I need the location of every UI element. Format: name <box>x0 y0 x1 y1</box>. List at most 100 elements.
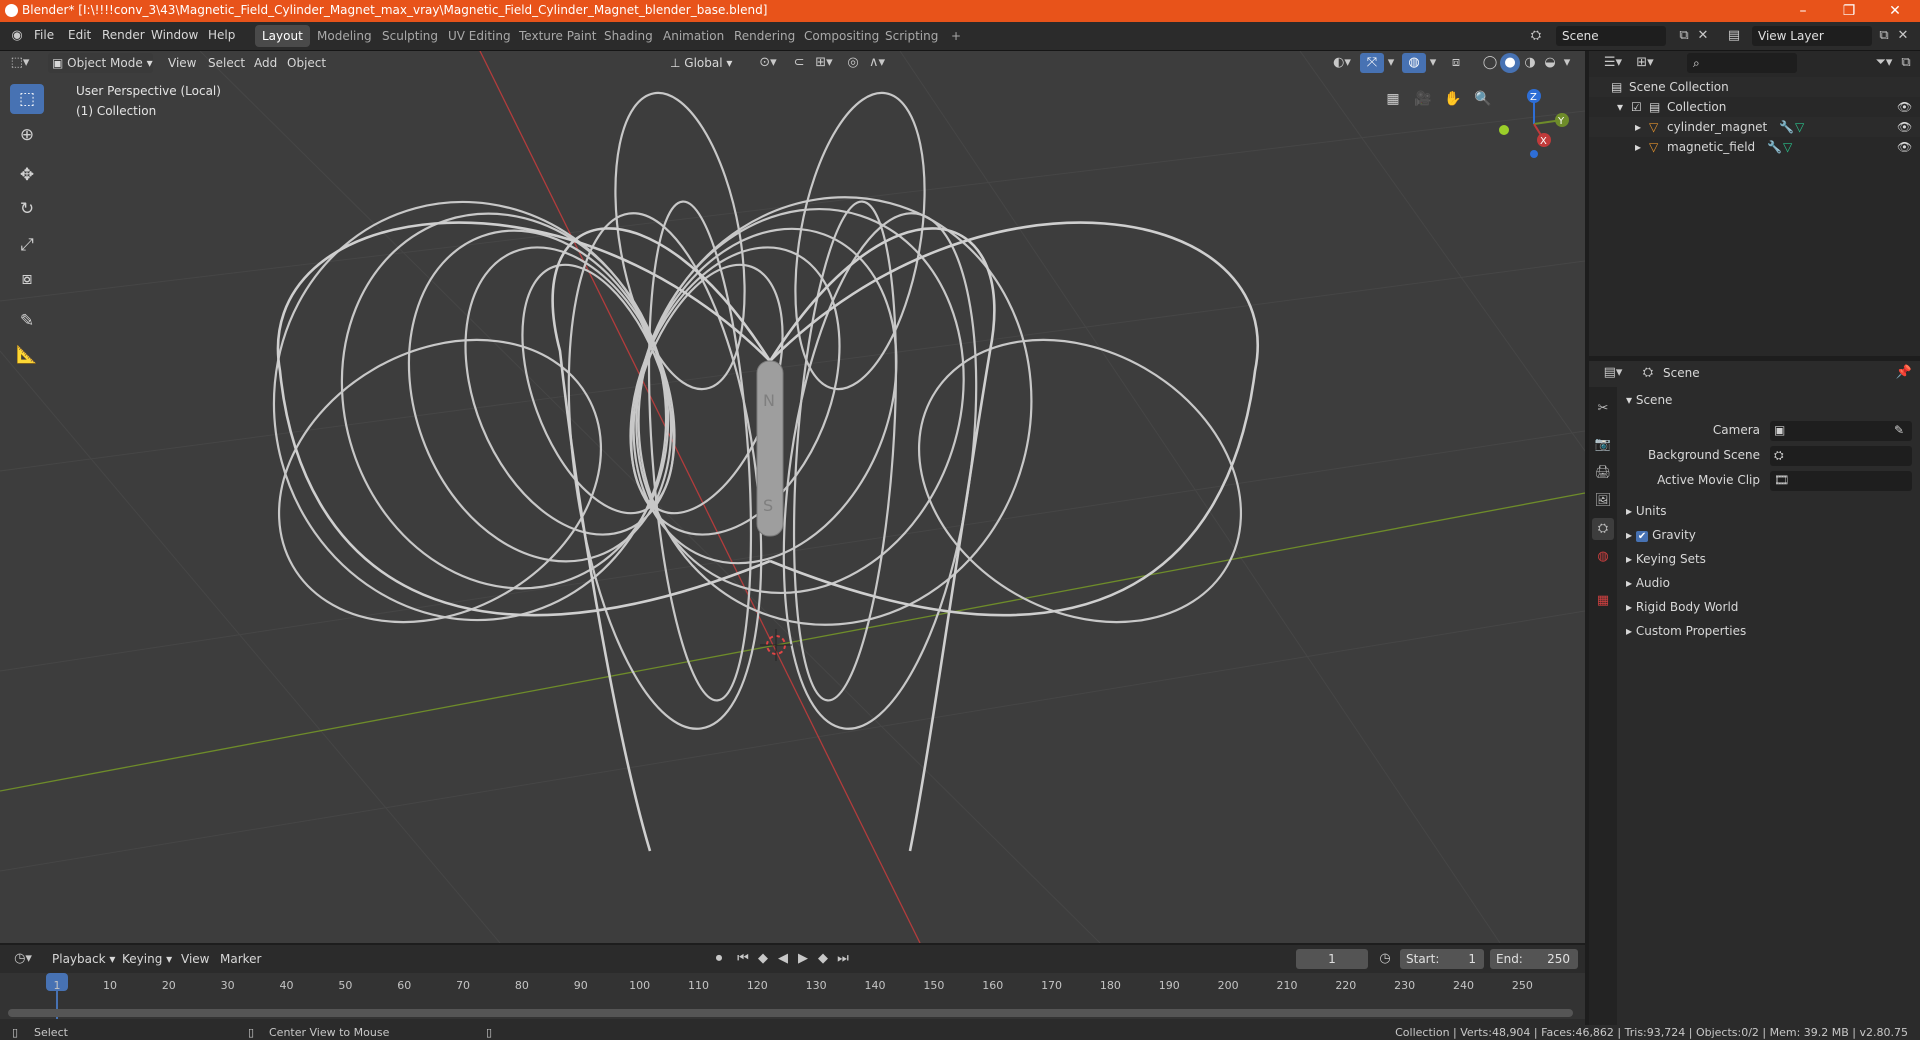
outliner-row-scene-collection[interactable]: ▤ Scene Collection <box>1589 77 1920 97</box>
delete-view-layer-icon[interactable]: ✕ <box>1896 26 1910 46</box>
tab-uv-editing[interactable]: UV Editing <box>441 25 518 47</box>
eye-icon[interactable]: 👁 <box>1897 97 1912 117</box>
eye-icon[interactable]: 👁 <box>1897 117 1912 137</box>
view-layer-tab-icon[interactable]: 🖼 <box>1592 490 1614 512</box>
view-layer-field[interactable]: View Layer <box>1752 26 1872 46</box>
modifier-wrench-icon[interactable]: 🔧 <box>1779 117 1794 137</box>
record-icon[interactable]: ⏺ <box>710 949 728 969</box>
new-collection-icon[interactable]: ⧉ <box>1897 53 1915 73</box>
toggle-ortho-icon[interactable]: ▦ <box>1380 86 1406 112</box>
overlays-toggle-icon[interactable]: ◍ <box>1402 53 1426 73</box>
rotate-tool-icon[interactable]: ↻ <box>10 194 44 224</box>
properties-editor-type-icon[interactable]: ▤▾ <box>1599 363 1627 383</box>
transform-tool-icon[interactable]: ⧇ <box>10 264 44 294</box>
background-scene-field[interactable]: ⛭ <box>1770 446 1912 466</box>
proportional-edit-icon[interactable]: ◎ <box>846 53 860 73</box>
pin-icon[interactable]: 📌 <box>1895 363 1913 383</box>
viewport-menu-view[interactable]: View <box>168 53 196 73</box>
move-tool-icon[interactable]: ✥ <box>10 160 44 190</box>
play-icon[interactable]: ▶ <box>794 949 812 969</box>
tab-compositing[interactable]: Compositing <box>797 25 886 47</box>
3d-viewport[interactable]: N S <box>0 51 1585 943</box>
measure-tool-icon[interactable]: 📐 <box>10 340 44 370</box>
outliner-editor-type-icon[interactable]: ☰▾ <box>1599 53 1627 73</box>
cursor-tool-icon[interactable]: ⊕ <box>10 120 44 150</box>
wireframe-shading-icon[interactable]: ◯ <box>1480 53 1500 73</box>
rigid-body-world-panel-header[interactable]: ▸ Rigid Body World <box>1626 600 1738 614</box>
outliner-row-collection[interactable]: ▾ ☑ ▤ Collection 👁 <box>1589 97 1920 117</box>
units-panel-header[interactable]: ▸ Units <box>1626 504 1667 518</box>
menu-help[interactable]: Help <box>208 28 235 42</box>
new-scene-icon[interactable]: ⧉ <box>1676 26 1692 46</box>
expand-arrow-icon[interactable]: ▾ <box>1617 97 1623 117</box>
minimize-button[interactable]: – <box>1780 0 1826 22</box>
xray-toggle-icon[interactable]: ⧈ <box>1446 53 1466 73</box>
menu-window[interactable]: Window <box>151 28 198 42</box>
scene-name-field[interactable]: Scene <box>1556 26 1666 46</box>
current-frame-field[interactable]: 1 <box>1296 949 1368 969</box>
add-workspace-button[interactable]: + <box>944 25 968 47</box>
expand-arrow-icon[interactable]: ▸ <box>1635 137 1641 157</box>
gravity-checkbox[interactable]: ✔ <box>1635 531 1649 542</box>
eye-icon[interactable]: 👁 <box>1897 137 1912 157</box>
outliner-search-input[interactable]: ⌕ <box>1687 53 1797 73</box>
viewport-menu-select[interactable]: Select <box>208 53 245 73</box>
clock-icon[interactable]: ◷ <box>1376 949 1394 969</box>
world-tab-icon[interactable]: ◍ <box>1592 546 1614 568</box>
tab-sculpting[interactable]: Sculpting <box>375 25 445 47</box>
camera-field[interactable]: ▣ ✎ <box>1770 421 1912 441</box>
timeline-editor-type-icon[interactable]: ◷▾ <box>10 949 36 969</box>
transform-orientation-selector[interactable]: ⊥ Global ▾ <box>670 53 746 73</box>
mesh-data-icon[interactable]: ▽ <box>1795 117 1804 137</box>
mesh-data-icon[interactable]: ▽ <box>1783 137 1792 157</box>
jump-start-icon[interactable]: ⏮ <box>734 949 752 969</box>
close-button[interactable]: ✕ <box>1872 0 1918 22</box>
maximize-button[interactable]: ❐ <box>1826 0 1872 22</box>
zoom-icon[interactable]: 🔍 <box>1470 86 1496 112</box>
delete-scene-icon[interactable]: ✕ <box>1696 26 1710 46</box>
select-box-tool-icon[interactable]: ⬚ <box>10 84 44 114</box>
pan-hand-icon[interactable]: ✋ <box>1440 86 1466 112</box>
timeline-menu-marker[interactable]: Marker <box>220 949 261 969</box>
chevron-down-icon[interactable]: ▾ <box>1385 53 1397 73</box>
menu-render[interactable]: Render <box>102 28 145 42</box>
visibility-icon[interactable]: ◐▾ <box>1330 53 1354 73</box>
jump-keyframe-forward-icon[interactable]: ◆ <box>814 949 832 969</box>
chevron-down-icon[interactable]: ▾ <box>1427 53 1439 73</box>
scene-tab-icon[interactable]: ⛭ <box>1592 518 1614 540</box>
play-reverse-icon[interactable]: ◀ <box>774 949 792 969</box>
jump-keyframe-back-icon[interactable]: ◆ <box>754 949 772 969</box>
gizmo-toggle-icon[interactable]: ⤧ <box>1360 53 1384 73</box>
blender-menu-icon[interactable]: ◉ <box>8 26 26 46</box>
gravity-panel-header[interactable]: ▸ ✔ Gravity <box>1626 528 1696 542</box>
viewport-menu-object[interactable]: Object <box>287 53 326 73</box>
modifier-wrench-icon[interactable]: 🔧 <box>1767 137 1782 157</box>
tab-scripting[interactable]: Scripting <box>878 25 945 47</box>
filter-icon[interactable]: ⏷▾ <box>1871 53 1897 73</box>
snap-target-icon[interactable]: ⊞▾ <box>812 53 836 73</box>
timeline-scrollbar[interactable] <box>8 1009 1573 1017</box>
navigation-gizmo[interactable]: Z Y X <box>1494 84 1574 164</box>
timeline-menu-playback[interactable]: Playback ▾ <box>52 949 115 969</box>
start-frame-field[interactable]: Start: 1 <box>1400 949 1484 969</box>
chevron-down-icon[interactable]: ▾ <box>1561 53 1573 73</box>
gizmo-neg-z[interactable] <box>1530 150 1538 158</box>
tab-modeling[interactable]: Modeling <box>310 25 379 47</box>
active-movie-clip-field[interactable]: 🎞 <box>1770 471 1912 491</box>
editor-type-icon[interactable]: ⬚▾ <box>8 53 32 73</box>
outliner-row-object[interactable]: ▸ ▽ cylinder_magnet 🔧 ▽ 👁 <box>1589 117 1920 137</box>
timeline-menu-keying[interactable]: Keying ▾ <box>122 949 172 969</box>
falloff-icon[interactable]: ∧▾ <box>864 53 890 73</box>
annotate-tool-icon[interactable]: ✎ <box>10 306 44 336</box>
outliner-row-object[interactable]: ▸ ▽ magnetic_field 🔧 ▽ 👁 <box>1589 137 1920 157</box>
tab-texture-paint[interactable]: Texture Paint <box>512 25 603 47</box>
scene-panel-header[interactable]: ▾ Scene <box>1626 393 1672 407</box>
snap-icon[interactable]: ⊂ <box>790 53 808 73</box>
menu-file[interactable]: File <box>34 28 54 42</box>
camera-view-icon[interactable]: 🎥 <box>1410 86 1436 112</box>
display-mode-icon[interactable]: ⊞▾ <box>1631 53 1659 73</box>
material-shading-icon[interactable]: ◑ <box>1520 53 1540 73</box>
texture-tab-icon[interactable]: ▦ <box>1592 590 1614 612</box>
viewport-menu-add[interactable]: Add <box>254 53 277 73</box>
menu-edit[interactable]: Edit <box>68 28 91 42</box>
